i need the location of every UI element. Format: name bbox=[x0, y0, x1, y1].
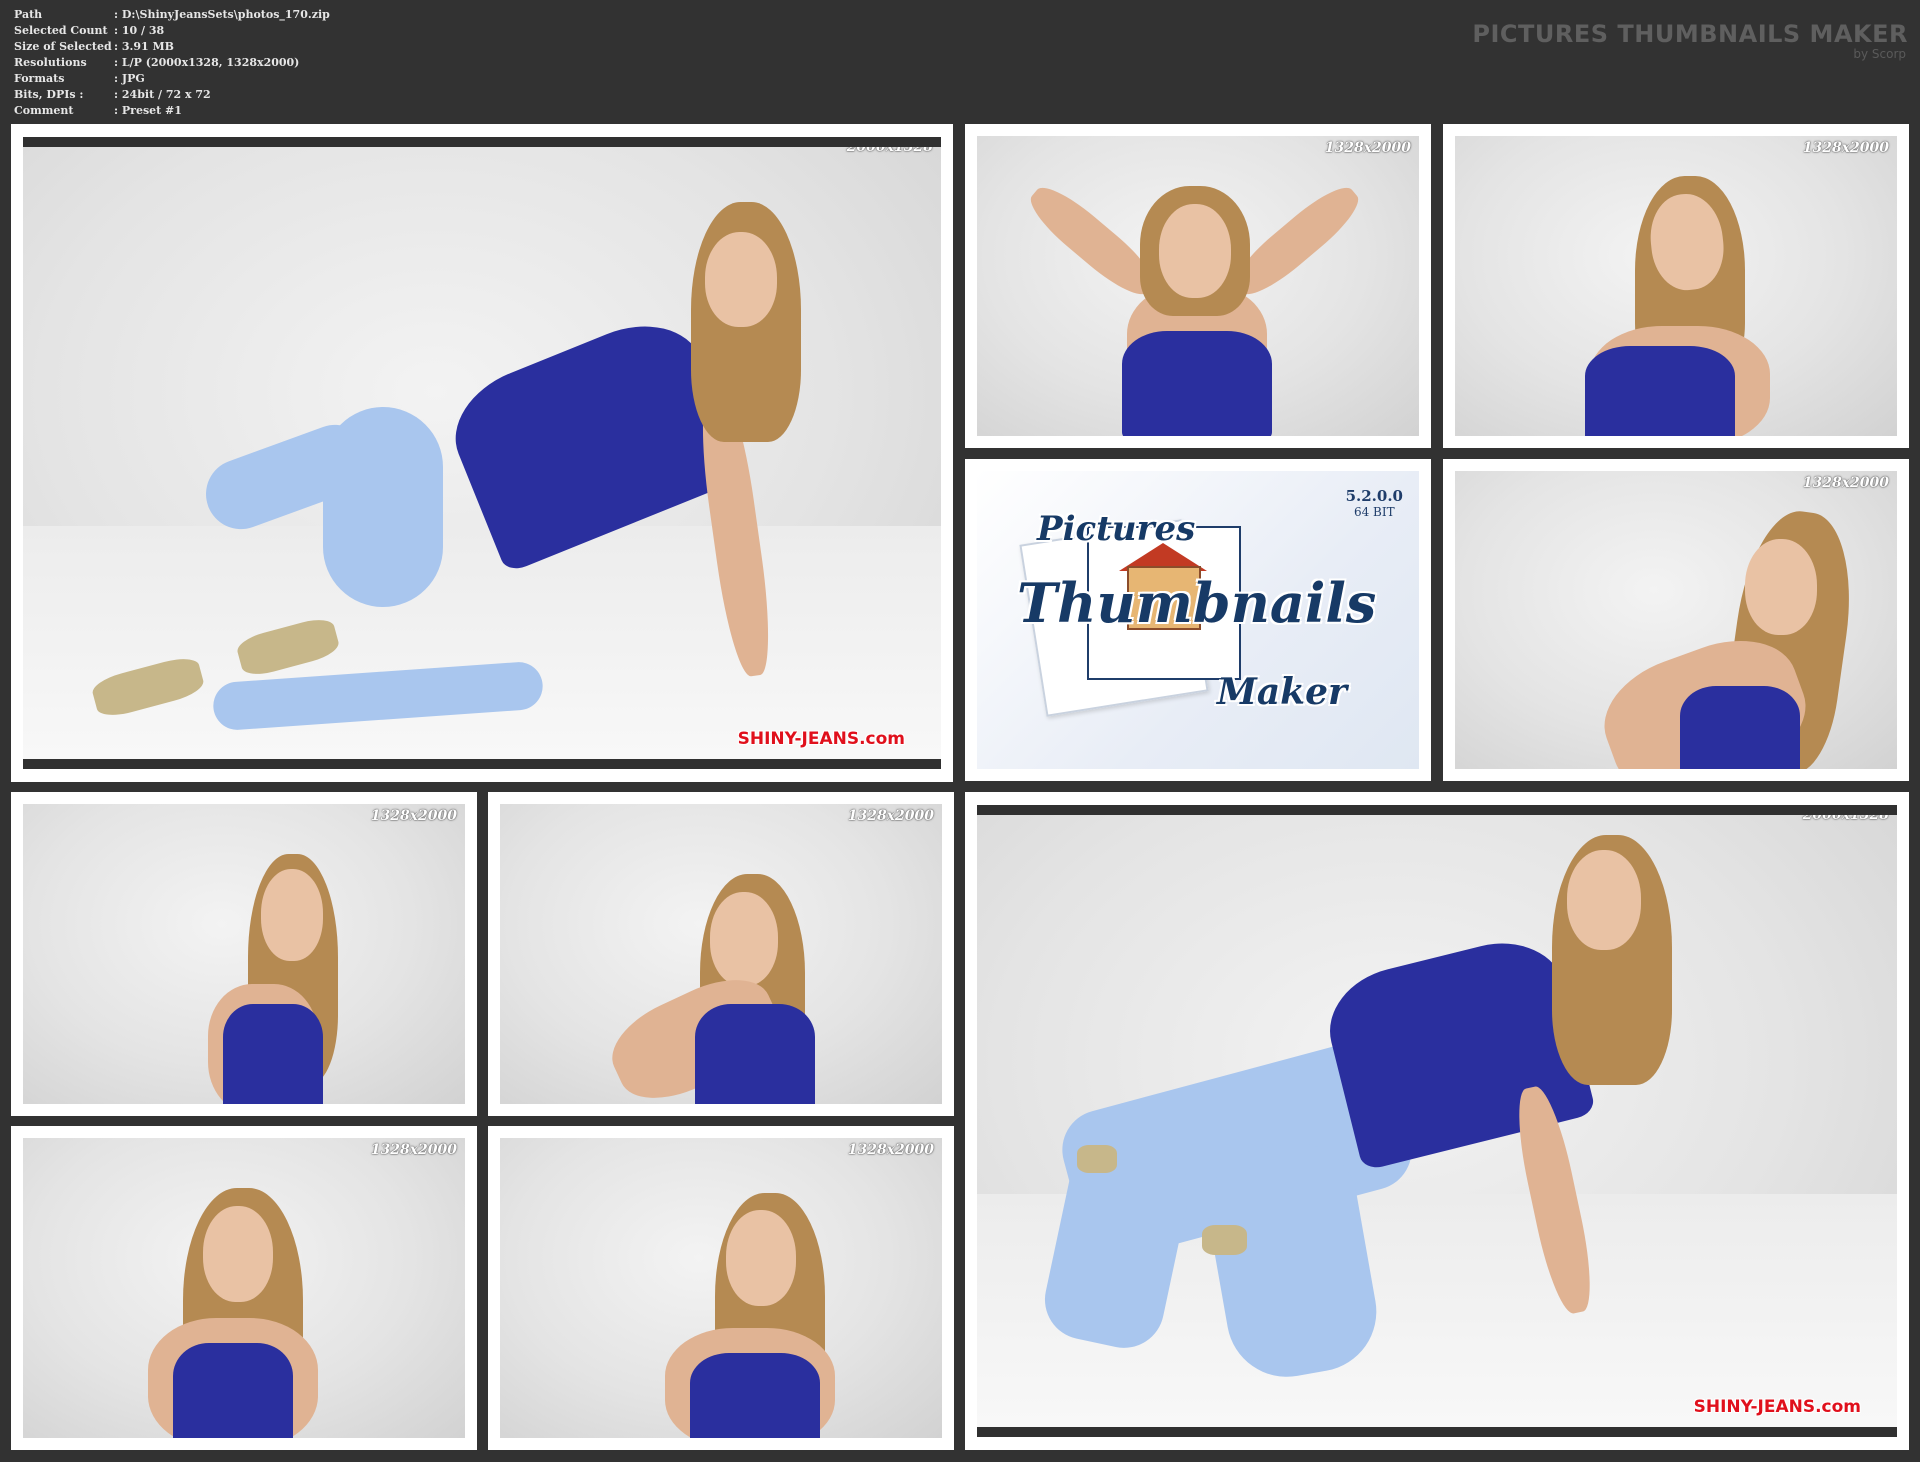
meta-row-count: Selected Count : 10 / 38 bbox=[14, 23, 330, 39]
model-figure bbox=[710, 892, 778, 986]
model-figure bbox=[261, 869, 323, 961]
meta-key: Comment bbox=[14, 104, 74, 117]
model-figure bbox=[1745, 539, 1817, 635]
resolution-label: 2000x1328 bbox=[1802, 807, 1889, 823]
model-figure bbox=[1585, 346, 1735, 436]
resolution-label: 1328x2000 bbox=[847, 1142, 934, 1158]
meta-key: Size of Selected bbox=[14, 40, 112, 53]
model-figure bbox=[705, 232, 777, 327]
thumbnail-image: 1328x2000 bbox=[23, 804, 465, 1104]
model-figure bbox=[726, 1210, 796, 1306]
thumbnail-image: 1328x2000 bbox=[977, 136, 1419, 436]
logo-text: Pictures bbox=[1037, 509, 1196, 549]
thumbnail-image: 2000x1328 SHINY-JEANS.com bbox=[977, 805, 1897, 1437]
model-figure bbox=[1202, 1225, 1247, 1255]
model-figure bbox=[323, 407, 443, 607]
brand-logo: PICTURES THUMBNAILS MAKER by Scorp bbox=[1472, 20, 1908, 61]
version-number: 5.2.0.0 bbox=[1345, 487, 1403, 505]
thumbnail-tile[interactable]: 1328x2000 bbox=[11, 792, 477, 1116]
thumbnail-image: 1328x2000 bbox=[1455, 136, 1897, 436]
resolution-label: 2000x1328 bbox=[846, 139, 933, 155]
model-figure bbox=[690, 1353, 820, 1438]
meta-row-comment: Comment : Preset #1 bbox=[14, 103, 330, 119]
meta-row-resolutions: Resolutions : L/P (2000x1328, 1328x2000) bbox=[14, 55, 330, 71]
thumbnail-image: 1328x2000 bbox=[500, 804, 942, 1104]
thumbnail-tile[interactable]: 2000x1328 SHINY-JEANS.com bbox=[11, 124, 953, 782]
floor bbox=[23, 526, 941, 759]
model-figure bbox=[223, 1004, 323, 1104]
meta-row-size: Size of Selected: 3.91 MB bbox=[14, 39, 330, 55]
version-bits: 64 BIT bbox=[1353, 505, 1395, 519]
meta-key: Selected Count bbox=[14, 24, 108, 37]
brand-subtitle: by Scorp bbox=[1853, 47, 1906, 61]
resolution-label: 1328x2000 bbox=[370, 1142, 457, 1158]
meta-value: : JPG bbox=[114, 72, 145, 85]
resolution-label: 1328x2000 bbox=[1802, 475, 1889, 491]
meta-row-formats: Formats : JPG bbox=[14, 71, 330, 87]
resolution-label: 1328x2000 bbox=[1802, 140, 1889, 156]
meta-key: Bits, DPIs : bbox=[14, 88, 84, 101]
resolution-label: 1328x2000 bbox=[1324, 140, 1411, 156]
logo-text: Thumbnails bbox=[1017, 571, 1377, 635]
thumbnail-image: 1328x2000 bbox=[500, 1138, 942, 1438]
thumbnail-tile[interactable]: 1328x2000 bbox=[1443, 459, 1909, 781]
program-logo: Pictures Thumbnails Maker 5.2.0.0 64 BIT bbox=[977, 471, 1419, 769]
thumbnail-image: 1328x2000 bbox=[1455, 471, 1897, 769]
thumbnail-tile[interactable]: 1328x2000 bbox=[488, 1126, 954, 1450]
model-figure bbox=[203, 1206, 273, 1302]
meta-value: : Preset #1 bbox=[114, 104, 182, 117]
meta-value: : 10 / 38 bbox=[114, 24, 165, 37]
thumbnail-tile[interactable]: 2000x1328 SHINY-JEANS.com bbox=[965, 792, 1909, 1450]
model-figure bbox=[173, 1343, 293, 1438]
model-figure bbox=[1159, 204, 1231, 298]
meta-value: : L/P (2000x1328, 1328x2000) bbox=[114, 56, 300, 69]
program-logo-tile: Pictures Thumbnails Maker 5.2.0.0 64 BIT bbox=[965, 459, 1431, 781]
watermark: SHINY-JEANS.com bbox=[1693, 1397, 1861, 1417]
meta-value: : 24bit / 72 x 72 bbox=[114, 88, 211, 101]
meta-row-bits: Bits, DPIs : : 24bit / 72 x 72 bbox=[14, 87, 330, 103]
logo-text: Maker bbox=[1217, 671, 1347, 713]
meta-key: Path bbox=[14, 8, 43, 21]
model-figure bbox=[1567, 850, 1641, 950]
thumbnail-image: 1328x2000 bbox=[23, 1138, 465, 1438]
thumbnail-tile[interactable]: 1328x2000 bbox=[965, 124, 1431, 448]
model-figure bbox=[695, 1004, 815, 1104]
meta-key: Formats bbox=[14, 72, 65, 85]
thumbnail-tile[interactable]: 1328x2000 bbox=[1443, 124, 1909, 448]
model-figure bbox=[1122, 331, 1272, 436]
watermark: SHINY-JEANS.com bbox=[737, 729, 905, 749]
resolution-label: 1328x2000 bbox=[847, 808, 934, 824]
thumbnail-image: 2000x1328 SHINY-JEANS.com bbox=[23, 137, 941, 769]
model-figure bbox=[1680, 686, 1800, 769]
version-label: 5.2.0.0 64 BIT bbox=[1346, 487, 1403, 519]
meta-row-path: Path : D:\ShinyJeansSets\photos_170.zip bbox=[14, 7, 330, 23]
meta-value: : 3.91 MB bbox=[114, 40, 174, 53]
thumbnail-tile[interactable]: 1328x2000 bbox=[488, 792, 954, 1116]
model-figure bbox=[1077, 1145, 1117, 1173]
resolution-label: 1328x2000 bbox=[370, 808, 457, 824]
meta-value: : D:\ShinyJeansSets\photos_170.zip bbox=[114, 8, 330, 21]
metadata-panel: Path : D:\ShinyJeansSets\photos_170.zip S… bbox=[14, 7, 330, 119]
brand-title: PICTURES THUMBNAILS MAKER bbox=[1472, 20, 1908, 48]
thumbnail-tile[interactable]: 1328x2000 bbox=[11, 1126, 477, 1450]
meta-key: Resolutions bbox=[14, 56, 87, 69]
